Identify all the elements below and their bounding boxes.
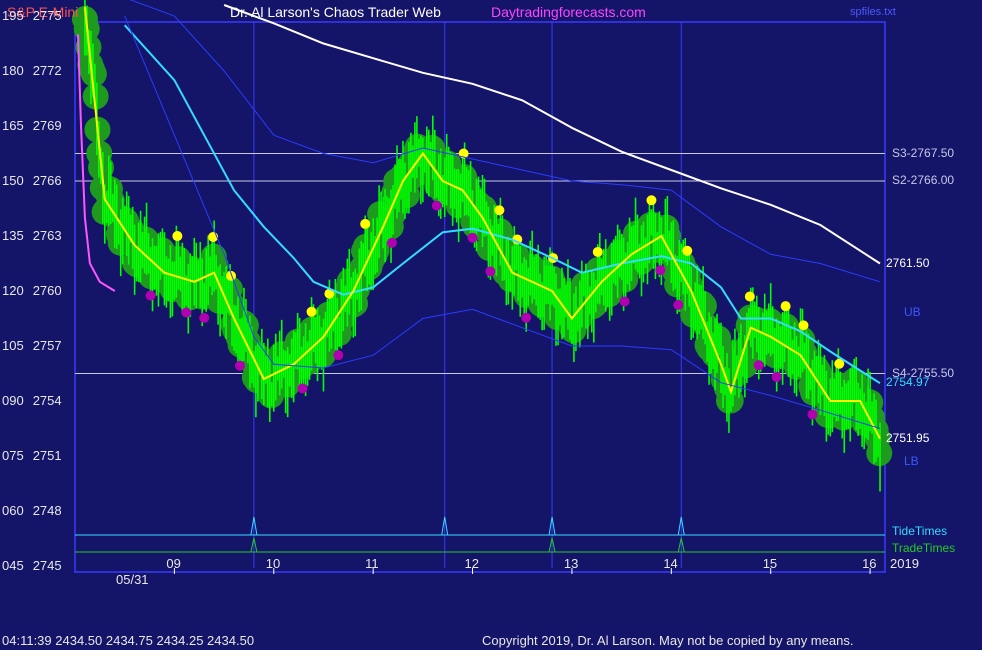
y-tick-price: 2754 <box>32 393 62 408</box>
y-tick-label: 135 2763 <box>2 228 62 243</box>
y-tick-left: 075 <box>2 448 24 463</box>
magenta-dot <box>333 350 344 361</box>
chart-canvas <box>0 0 982 650</box>
y-tick-left: 120 <box>2 283 24 298</box>
y-tick-label: 120 2760 <box>2 283 62 298</box>
magenta-dot <box>619 296 630 307</box>
y-tick-left: 195 <box>2 8 24 23</box>
yellow-dot <box>306 306 317 317</box>
magenta-dot <box>485 266 496 277</box>
level-label: S3-2767.50 <box>892 145 955 160</box>
magenta-dot <box>467 232 478 243</box>
y-tick-price: 2760 <box>32 283 62 298</box>
y-tick-price: 2751 <box>32 448 62 463</box>
y-tick-left: 165 <box>2 118 24 133</box>
y-tick-left: 150 <box>2 173 24 188</box>
magenta-dot <box>181 307 192 318</box>
magenta-dot <box>753 360 764 371</box>
end-value-label: 2754.97 <box>886 375 930 390</box>
y-tick-label: 180 2772 <box>2 63 62 78</box>
magenta-dot <box>771 371 782 382</box>
y-tick-price: 2769 <box>32 118 62 133</box>
y-tick-label: 105 2757 <box>2 338 62 353</box>
y-tick-left: 105 <box>2 338 24 353</box>
site-url[interactable]: Daytradingforecasts.com <box>491 4 646 20</box>
x-tick-label: 10 <box>265 556 281 571</box>
x-tick-label: 14 <box>663 556 678 571</box>
x-tick-label: 15 <box>762 556 778 571</box>
green-dot <box>80 60 107 87</box>
date-label: 05/31 <box>116 572 149 587</box>
y-tick-price: 2745 <box>32 558 62 573</box>
y-tick-left: 045 <box>2 558 24 573</box>
year-label: 2019 <box>890 556 919 571</box>
end-value-label: 2761.50 <box>886 255 930 270</box>
copyright-notice: Copyright 2019, Dr. Al Larson. May not b… <box>482 633 854 648</box>
yellow-dot <box>646 195 657 206</box>
quote-readout: 04:11:39 2434.50 2434.75 2434.25 2434.50 <box>2 633 255 648</box>
magenta-dot <box>297 383 308 394</box>
y-tick-price: 2748 <box>32 503 62 518</box>
magenta-dot <box>234 360 245 371</box>
y-tick-left: 180 <box>2 63 24 78</box>
magenta-dot <box>673 299 684 310</box>
y-tick-left: 090 <box>2 393 24 408</box>
x-tick-label: 16 <box>862 556 877 571</box>
level-label: S2-2766.00 <box>892 173 955 187</box>
y-tick-label: 195 2775 <box>2 8 62 23</box>
trade-times-label: TradeTimes <box>892 541 956 555</box>
y-tick-price: 2766 <box>32 173 62 188</box>
y-tick-price: 2763 <box>32 228 62 243</box>
end-value-label: UB <box>904 305 921 319</box>
yellow-dot <box>780 301 791 312</box>
tide-times-label: TideTimes <box>892 524 948 538</box>
magenta-dot <box>387 237 398 248</box>
y-tick-label: 060 2748 <box>2 503 62 518</box>
y-tick-label: 075 2751 <box>2 448 62 463</box>
x-tick-label: 12 <box>464 556 479 571</box>
magenta-dot <box>655 265 666 276</box>
y-tick-label: 165 2769 <box>2 118 62 133</box>
x-tick-label: 09 <box>166 556 181 571</box>
yellow-dot <box>172 231 183 242</box>
y-tick-label: 045 2745 <box>2 558 62 573</box>
magenta-dot <box>807 409 818 420</box>
y-tick-price: 2757 <box>32 338 62 353</box>
y-tick-left: 135 <box>2 228 24 243</box>
yellow-dot <box>360 218 371 229</box>
site-title: Dr. Al Larson's Chaos Trader Web <box>230 4 441 20</box>
x-tick-label: 11 <box>365 556 379 571</box>
x-tick-label: 13 <box>563 556 579 571</box>
end-value-label: 2751.95 <box>886 430 930 445</box>
end-value-label: LB <box>904 453 919 468</box>
magenta-dot <box>199 312 210 323</box>
y-tick-price: 2775 <box>32 8 62 23</box>
yellow-dot <box>798 320 809 331</box>
yellow-dot <box>494 205 505 216</box>
y-tick-label: 150 2766 <box>2 173 62 188</box>
y-tick-label: 090 2754 <box>2 393 62 408</box>
yellow-dot <box>682 245 693 256</box>
yellow-dot <box>744 291 755 302</box>
magenta-dot <box>431 200 442 211</box>
chart-file-name: spfiles.txt <box>850 6 896 18</box>
yellow-dot <box>592 246 603 257</box>
y-tick-left: 060 <box>2 503 24 518</box>
magenta-dot <box>145 290 156 301</box>
magenta-dot <box>521 312 532 323</box>
y-tick-price: 2772 <box>32 63 62 78</box>
